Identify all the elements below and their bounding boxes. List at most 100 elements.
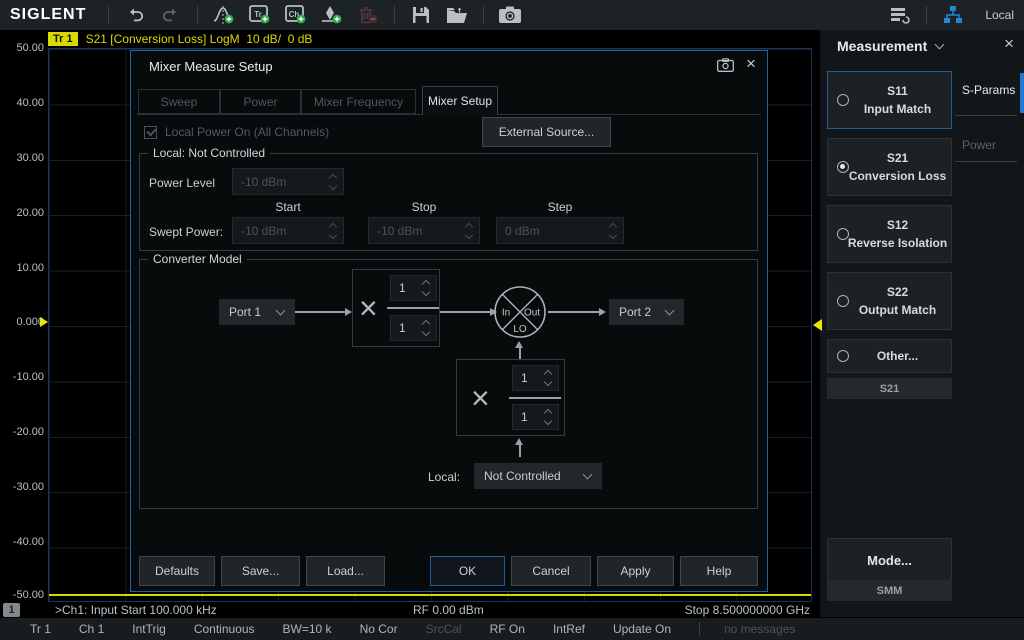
rf-numerator-spinner[interactable]: 1 <box>390 275 437 301</box>
y-axis-label: -50.00 <box>0 589 44 601</box>
svg-text:Tr: Tr <box>255 10 263 19</box>
measurement-item-other[interactable]: Other... <box>827 339 952 373</box>
radio-selected-icon[interactable] <box>837 161 849 173</box>
local-power-on-checkbox[interactable] <box>144 126 157 139</box>
network-icon[interactable] <box>940 3 966 27</box>
local-group-title: Local: Not Controlled <box>148 146 270 160</box>
tab-mixer-setup[interactable]: Mixer Setup <box>422 86 498 115</box>
help-button[interactable]: Help <box>680 556 758 586</box>
status-bandwidth[interactable]: BW=10 k <box>283 622 332 636</box>
s-param-name: Reverse Isolation <box>844 234 951 252</box>
spinner-arrows[interactable] <box>418 281 436 295</box>
status-update[interactable]: Update On <box>613 622 671 636</box>
screenshot-icon[interactable] <box>497 3 523 27</box>
spinner-arrows[interactable] <box>325 175 343 189</box>
local-mode-label[interactable]: Local <box>985 8 1014 22</box>
measurement-item-s11[interactable]: S11 Input Match <box>827 71 952 129</box>
status-correction[interactable]: No Cor <box>360 622 398 636</box>
spinner-arrows[interactable] <box>540 410 558 424</box>
signal-line <box>548 311 601 313</box>
mode-label: Mode... <box>828 553 951 568</box>
reference-level-marker-left <box>40 317 48 327</box>
button-label: Help <box>707 564 732 578</box>
radio-icon[interactable] <box>837 228 849 240</box>
display-config-icon[interactable] <box>887 3 913 27</box>
radio-icon[interactable] <box>837 295 849 307</box>
chevron-down-icon <box>276 306 286 316</box>
trace-info-row: Tr 1 S21 [Conversion Loss] LogM 10 dB/ 0… <box>0 30 820 48</box>
save-button[interactable]: Save... <box>221 556 300 586</box>
recall-icon[interactable] <box>444 3 470 27</box>
ok-button[interactable]: OK <box>430 556 505 586</box>
new-trace-window-icon[interactable]: Tr <box>247 3 273 27</box>
power-level-spinner[interactable]: -10 dBm <box>232 168 344 195</box>
side-tab-divider <box>955 161 1017 162</box>
save-icon[interactable] <box>408 3 434 27</box>
rf-denominator-spinner[interactable]: 1 <box>390 315 437 341</box>
panel-title[interactable]: Measurement <box>837 38 927 54</box>
mixer-in-label: In <box>502 308 510 319</box>
port1-dropdown[interactable]: Port 1 <box>219 299 295 325</box>
lo-denominator-spinner[interactable]: 1 <box>512 404 559 430</box>
status-srccal[interactable]: SrcCal <box>426 622 462 636</box>
local-source-dropdown[interactable]: Not Controlled <box>474 463 602 489</box>
spinner-arrows[interactable] <box>418 321 436 335</box>
channel-badge[interactable]: 1 <box>3 603 20 617</box>
add-marker-icon[interactable] <box>319 3 345 27</box>
signal-line <box>295 311 347 313</box>
trace-settings-text[interactable]: S21 [Conversion Loss] LogM 10 dB/ 0 dB <box>86 32 313 46</box>
spinner-arrows[interactable] <box>605 224 623 238</box>
dialog-close-icon[interactable]: × <box>746 54 756 74</box>
status-trigger[interactable]: IntTrig <box>132 622 166 636</box>
y-axis-label: -40.00 <box>0 536 44 548</box>
radio-icon[interactable] <box>837 350 849 362</box>
load-button[interactable]: Load... <box>306 556 385 586</box>
other-sparam-button[interactable]: S21 <box>827 378 952 399</box>
s-param-code: S12 <box>844 216 951 234</box>
cancel-button[interactable]: Cancel <box>511 556 591 586</box>
converter-model-title: Converter Model <box>148 252 247 266</box>
swept-power-stop-spinner[interactable]: -10 dBm <box>368 217 480 244</box>
button-label: Defaults <box>155 564 199 578</box>
status-trace[interactable]: Tr 1 <box>30 622 51 636</box>
apply-button[interactable]: Apply <box>597 556 674 586</box>
tab-sweep[interactable]: Sweep <box>138 89 220 114</box>
status-message: no messages <box>724 622 795 636</box>
status-separator <box>699 622 700 636</box>
tab-power[interactable]: Power <box>220 89 301 114</box>
swept-power-start-spinner[interactable]: -10 dBm <box>232 217 344 244</box>
new-channel-icon[interactable]: Ch <box>283 3 309 27</box>
button-label: Cancel <box>532 564 569 578</box>
undo-icon[interactable] <box>122 3 148 27</box>
trace-badge[interactable]: Tr 1 <box>48 32 78 46</box>
panel-close-icon[interactable]: × <box>1004 34 1014 54</box>
status-sweep-mode[interactable]: Continuous <box>194 622 255 636</box>
delete-trace-icon[interactable] <box>355 3 381 27</box>
side-tab-s-params[interactable]: S-Params <box>955 83 1021 97</box>
status-reference[interactable]: IntRef <box>553 622 585 636</box>
lo-numerator-spinner[interactable]: 1 <box>512 365 559 391</box>
y-axis-label: 50.00 <box>0 42 44 54</box>
dialog-screenshot-icon[interactable] <box>717 58 734 75</box>
status-rf[interactable]: RF On <box>490 622 525 636</box>
s-param-name: Input Match <box>844 100 951 118</box>
spinner-arrows[interactable] <box>540 371 558 385</box>
measurement-item-s12[interactable]: S12 Reverse Isolation <box>827 205 952 263</box>
external-source-button[interactable]: External Source... <box>482 117 611 147</box>
add-trace-icon[interactable] <box>211 3 237 27</box>
swept-power-step-spinner[interactable]: 0 dBm <box>496 217 624 244</box>
measurement-item-s22[interactable]: S22 Output Match <box>827 272 952 330</box>
status-channel[interactable]: Ch 1 <box>79 622 104 636</box>
tab-mixer-frequency[interactable]: Mixer Frequency <box>301 89 416 114</box>
side-tab-power[interactable]: Power <box>955 138 1021 152</box>
top-toolbar: SIGLENT Tr Ch <box>0 0 1024 30</box>
defaults-button[interactable]: Defaults <box>139 556 215 586</box>
radio-icon[interactable] <box>837 94 849 106</box>
measurement-item-s21[interactable]: S21 Conversion Loss <box>827 138 952 196</box>
converter-model-group: Converter Model Port 1 × 1 1 <box>139 259 758 509</box>
port2-dropdown[interactable]: Port 2 <box>609 299 684 325</box>
spinner-arrows[interactable] <box>325 224 343 238</box>
redo-icon[interactable] <box>158 3 184 27</box>
mode-value-button[interactable]: SMM <box>827 580 952 601</box>
spinner-arrows[interactable] <box>461 224 479 238</box>
